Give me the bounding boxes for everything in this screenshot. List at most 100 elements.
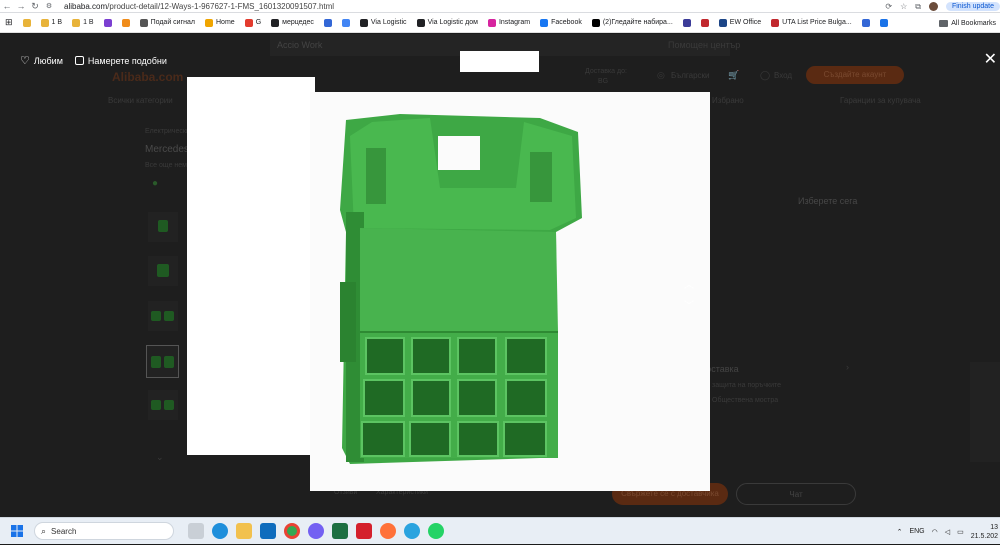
bookmark-star-icon[interactable]: ☆: [900, 2, 907, 11]
bookmark-item[interactable]: (2)Гледайте набира...: [587, 18, 678, 27]
create-account-button[interactable]: Създайте акаунт: [806, 66, 904, 84]
bookmark-item[interactable]: [857, 18, 875, 27]
bookmark-favicon-icon: [591, 18, 600, 27]
tray-chevron-icon[interactable]: ⌃: [897, 528, 903, 536]
bookmark-favicon-icon: [341, 18, 350, 27]
white-panel-left: [187, 77, 315, 455]
bookmark-item[interactable]: Via Logistic: [355, 18, 412, 27]
thumbnail[interactable]: [148, 390, 178, 420]
buyer-protection-link[interactable]: Гаранции за купувача: [840, 96, 921, 105]
deliver-to-label: Доставка до:: [585, 68, 627, 75]
bookmark-favicon-icon: [205, 18, 213, 27]
language-label[interactable]: Български: [671, 71, 710, 80]
bookmark-item[interactable]: [678, 18, 696, 27]
bookmark-item[interactable]: [337, 18, 355, 27]
bookmark-favicon-icon: [121, 18, 130, 27]
windows-start-button[interactable]: [6, 518, 28, 545]
finish-update-button[interactable]: Finish update: [945, 2, 1000, 11]
side-widget[interactable]: [970, 362, 1000, 462]
viber-icon[interactable]: [308, 523, 324, 539]
bookmark-item[interactable]: 1 В: [67, 18, 99, 27]
bookmarks-bar: ⊞ 1 В 1 В Подай сигнал Home Gмерцедес Via Log…: [0, 13, 1000, 33]
thumbnail[interactable]: [148, 212, 178, 242]
chat-button[interactable]: Чат: [736, 483, 856, 505]
country-code[interactable]: BG: [598, 78, 608, 85]
site-info-icon[interactable]: ⚙: [42, 2, 56, 10]
bookmark-item[interactable]: [875, 18, 893, 27]
thumbnail[interactable]: [148, 256, 178, 286]
bookmark-label: G: [255, 19, 262, 26]
excel-icon[interactable]: [332, 523, 348, 539]
bookmark-item[interactable]: UTA List Price Bulga...: [766, 18, 857, 27]
find-similar-button[interactable]: Намерете подобни: [74, 56, 167, 66]
bookmark-item[interactable]: Via Logistic дом: [412, 18, 483, 27]
featured-link[interactable]: Избрано: [712, 96, 744, 105]
bookmark-item[interactable]: мерцедес: [266, 18, 319, 27]
bookmark-favicon-icon: [72, 18, 81, 27]
bookmark-item[interactable]: [696, 18, 714, 27]
bookmark-label: Home: [216, 19, 235, 26]
file-explorer-icon[interactable]: [236, 523, 252, 539]
all-categories-menu[interactable]: Всички категории: [108, 96, 173, 105]
thumbnail[interactable]: [148, 301, 178, 331]
bookmark-item[interactable]: [319, 18, 337, 27]
help-center-link[interactable]: Помощен център: [668, 40, 740, 50]
wifi-icon[interactable]: ◠: [932, 528, 938, 536]
outlook-icon[interactable]: [260, 523, 276, 539]
bookmark-item[interactable]: [117, 18, 135, 27]
edge-icon[interactable]: [212, 523, 228, 539]
favorite-button[interactable]: ♡ Любим: [20, 54, 63, 67]
acrobat-icon[interactable]: [356, 523, 372, 539]
bookmark-item[interactable]: Home: [200, 18, 240, 27]
alibaba-logo[interactable]: Alibaba.com: [112, 70, 183, 84]
bookmark-item[interactable]: Instagram: [483, 18, 535, 27]
select-now-link[interactable]: Изберете сега: [798, 196, 857, 206]
bookmark-item[interactable]: [18, 18, 36, 27]
clock-time: 13: [990, 523, 998, 531]
task-view-icon[interactable]: [188, 523, 204, 539]
clock-date: 21.5.202: [970, 532, 998, 540]
clock[interactable]: 13 21.5.202: [971, 523, 998, 541]
taskbar-apps: [188, 523, 444, 539]
bookmark-item[interactable]: 1 В: [36, 18, 68, 27]
breadcrumb[interactable]: Електрически: [145, 128, 190, 135]
product-image: [310, 92, 710, 491]
bookmark-item[interactable]: G: [240, 18, 266, 27]
reload-icon[interactable]: ↻: [28, 1, 42, 12]
bookmark-item[interactable]: Подай сигнал: [135, 18, 200, 27]
thumbnail-scroll-down-icon[interactable]: ⌄: [156, 452, 164, 463]
bookmark-item[interactable]: EW Office: [714, 18, 766, 27]
firefox-icon[interactable]: [380, 523, 396, 539]
chevron-up-icon[interactable]: ︿: [683, 276, 695, 291]
extensions-icon[interactable]: ⧉: [915, 2, 921, 12]
taskbar-search[interactable]: ⌕ Search: [34, 522, 174, 540]
language-indicator[interactable]: ENG: [909, 528, 924, 535]
back-icon[interactable]: ←: [0, 1, 14, 11]
bookmark-label: Instagram: [498, 19, 531, 26]
bookmark-item[interactable]: [99, 18, 117, 27]
forward-icon[interactable]: →: [14, 1, 28, 11]
green-connector-image: [310, 92, 710, 491]
chrome-icon[interactable]: [284, 523, 300, 539]
telegram-icon[interactable]: [404, 523, 420, 539]
profile-avatar[interactable]: [928, 2, 938, 11]
battery-icon[interactable]: ▭: [957, 528, 964, 536]
volume-icon[interactable]: ◁: [945, 528, 950, 536]
whatsapp-icon[interactable]: [428, 523, 444, 539]
bookmark-item[interactable]: Facebook: [535, 18, 587, 27]
chevron-right-icon[interactable]: ›: [846, 362, 849, 372]
bookmark-favicon-icon: [540, 18, 549, 27]
favorite-label: Любим: [33, 55, 63, 66]
bookmark-favicon-icon: [487, 18, 496, 27]
thumbnail-selected[interactable]: [146, 345, 179, 378]
address-bar[interactable]: alibaba.com/product-detail/12-Ways-1-967…: [64, 2, 334, 11]
translate-icon[interactable]: ⟳: [885, 2, 892, 11]
all-bookmarks-button[interactable]: All Bookmarks: [935, 13, 1000, 32]
chevron-down-icon[interactable]: ﹀: [683, 297, 695, 312]
apps-grid-icon[interactable]: ⊞: [0, 17, 18, 28]
login-link[interactable]: Вход: [774, 71, 792, 80]
bookmark-favicon-icon: [323, 18, 332, 27]
cart-icon[interactable]: 🛒: [728, 70, 739, 81]
bookmark-label: EW Office: [729, 19, 762, 26]
close-icon[interactable]: ✕: [984, 52, 997, 68]
